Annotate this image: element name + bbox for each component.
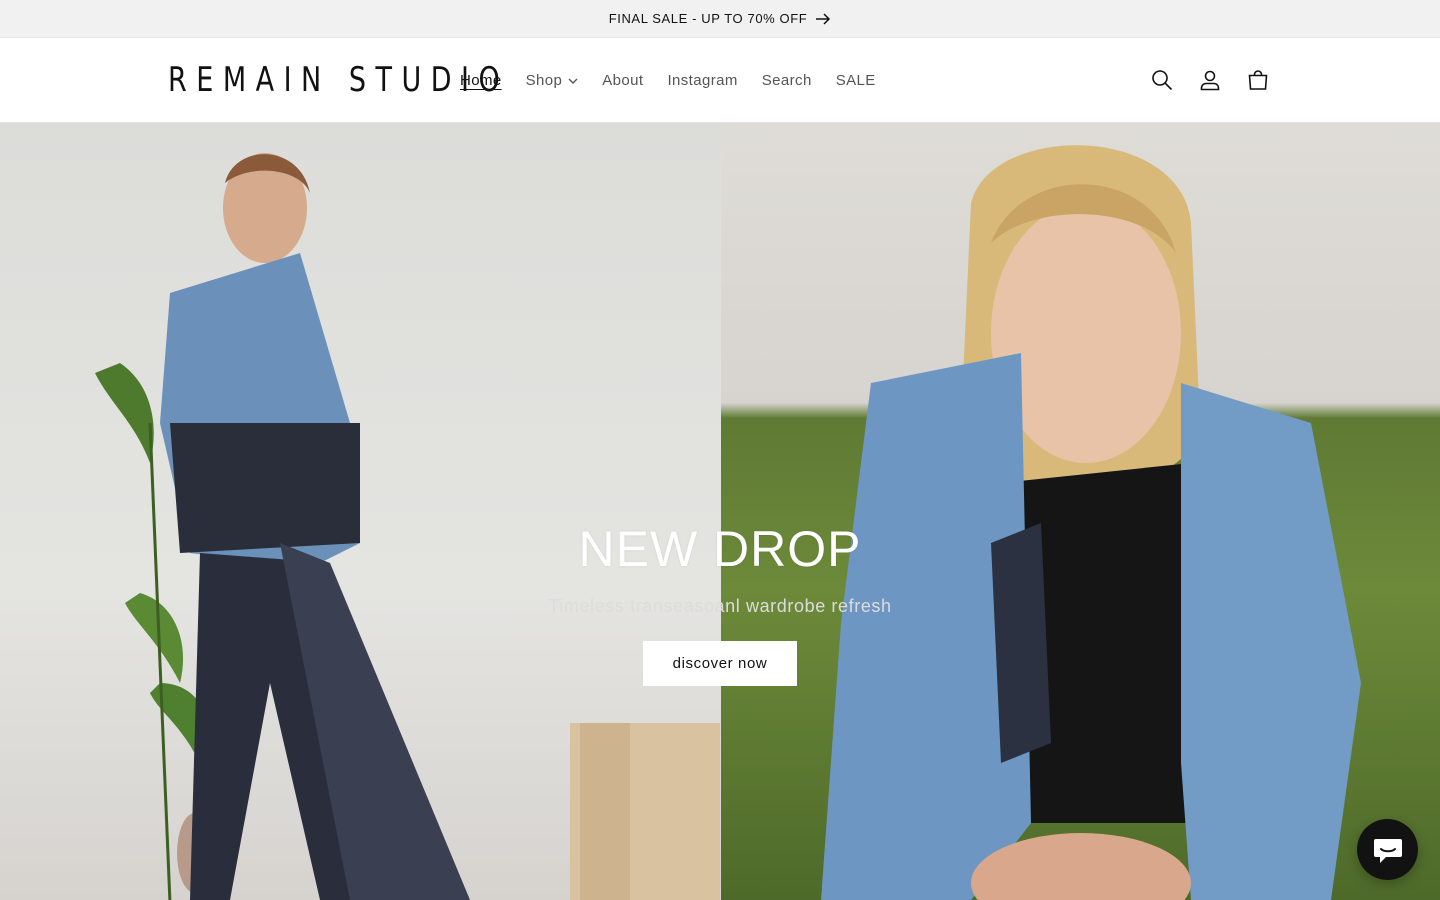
hero-title: NEW DROP [578, 521, 862, 577]
announcement-bar: FINAL SALE - UP TO 70% OFF [0, 0, 1440, 38]
announcement-text: FINAL SALE - UP TO 70% OFF [608, 11, 808, 26]
main-nav: Home Shop About Instagram Search SALE [448, 38, 888, 123]
nav-item-home[interactable]: Home [448, 61, 514, 101]
cart-button[interactable] [1236, 58, 1280, 102]
hero-subtitle: Timeless transeasoanl wardrobe refresh [548, 596, 892, 616]
logo[interactable]: REMAIN STUDIO [168, 61, 500, 100]
site-header: REMAIN STUDIO Home Shop About Instagram … [0, 38, 1440, 123]
nav-label: Search [761, 72, 812, 89]
hero-banner: NEW DROP Timeless transeasoanl wardrobe … [0, 123, 1440, 900]
chevron-down-icon [568, 78, 578, 84]
nav-item-shop[interactable]: Shop [514, 61, 591, 101]
header-icons [1140, 58, 1280, 102]
chat-button[interactable] [1357, 819, 1418, 880]
nav-item-about[interactable]: About [590, 61, 655, 101]
hero-content: NEW DROP Timeless transeasoanl wardrobe … [0, 518, 1440, 686]
nav-item-sale[interactable]: SALE [824, 61, 888, 101]
search-button[interactable] [1140, 58, 1184, 102]
arrow-right-icon [816, 12, 831, 25]
nav-item-instagram[interactable]: Instagram [655, 61, 749, 101]
cart-icon [1248, 70, 1268, 90]
search-icon [1152, 70, 1173, 91]
announcement-link[interactable]: FINAL SALE - UP TO 70% OFF [609, 11, 832, 26]
nav-label: Home [460, 72, 502, 89]
model-right-silhouette [821, 145, 1361, 900]
nav-label: SALE [835, 72, 876, 89]
nav-item-search[interactable]: Search [750, 61, 824, 101]
account-icon [1200, 70, 1220, 91]
chat-icon [1373, 838, 1402, 863]
account-button[interactable] [1188, 58, 1232, 102]
model-left-silhouette [95, 153, 720, 900]
nav-label: Instagram [667, 72, 738, 89]
nav-label: About [602, 72, 644, 89]
discover-now-button[interactable]: discover now [643, 641, 797, 686]
nav-label: Shop [525, 72, 563, 89]
hero-image-right [721, 123, 1440, 900]
hero-image-left [0, 123, 721, 900]
